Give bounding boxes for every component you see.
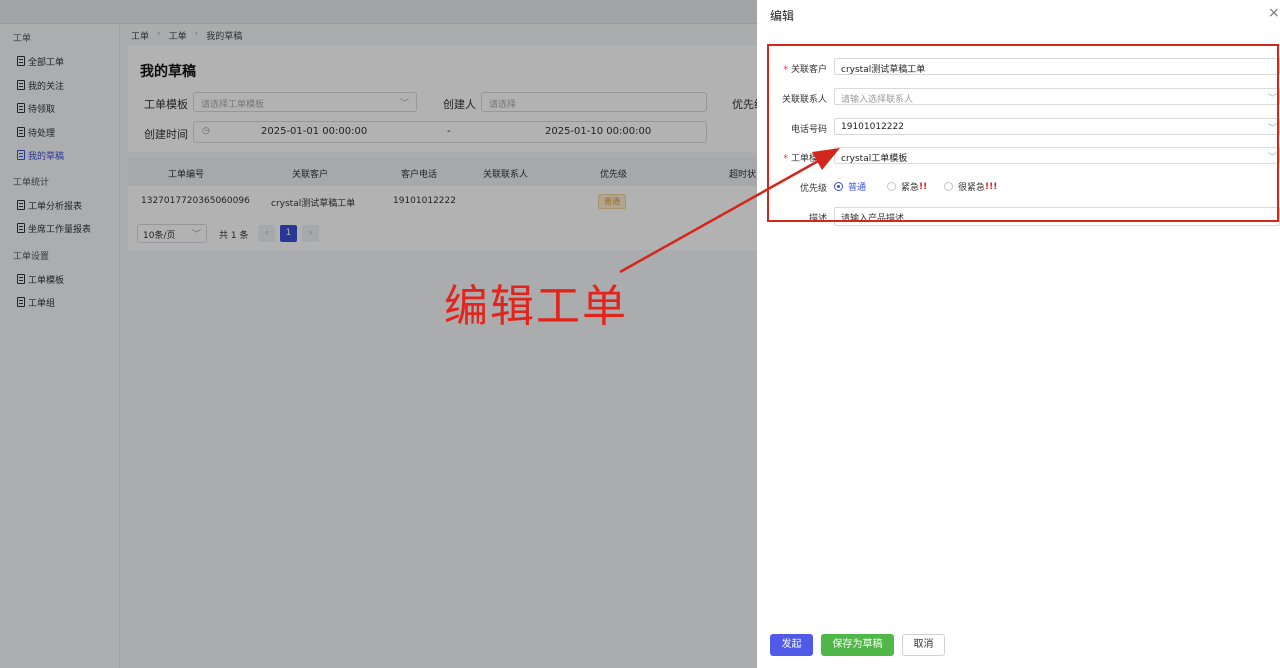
drawer-title: 编辑 (770, 9, 795, 23)
highlight-box (767, 44, 1279, 222)
modal-overlay[interactable] (0, 0, 757, 668)
close-icon[interactable]: × (1268, 5, 1280, 21)
cancel-button[interactable]: 取消 (902, 634, 945, 656)
submit-button[interactable]: 发起 (770, 634, 813, 656)
annotation-text: 编辑工单 (444, 281, 628, 332)
save-draft-button[interactable]: 保存为草稿 (821, 634, 894, 656)
